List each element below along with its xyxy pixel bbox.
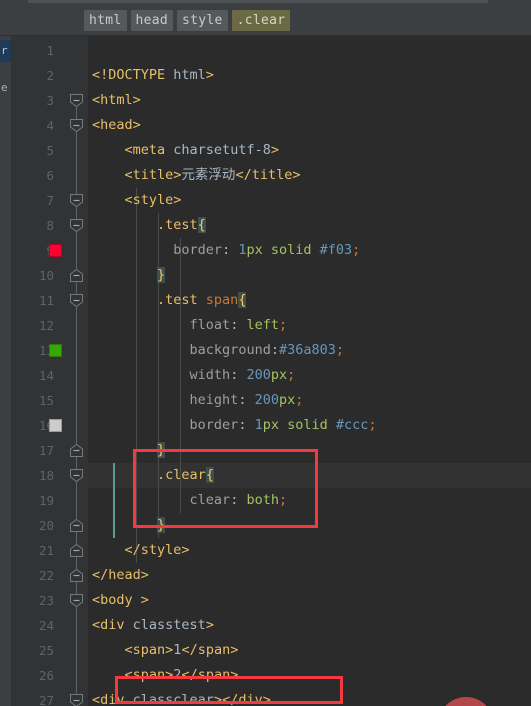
fold-end-icon[interactable]	[69, 543, 84, 558]
line-number: 11	[38, 293, 54, 308]
code-line[interactable]: }	[92, 263, 166, 288]
code-line[interactable]: <div classtest>	[92, 613, 214, 638]
breadcrumb-item-head[interactable]: head	[130, 10, 174, 31]
code-line[interactable]: <span>2</span>	[92, 663, 239, 688]
line-number: 27	[38, 693, 54, 706]
code-line[interactable]: <title>元素浮动</title>	[92, 163, 301, 188]
code-line[interactable]: clear: both;	[92, 488, 288, 513]
favorites-tool-tab[interactable]: e	[0, 78, 11, 98]
line-number: 20	[38, 518, 54, 533]
line-number: 6	[46, 168, 54, 183]
fold-connector-line	[76, 600, 77, 696]
code-line[interactable]: border: 1px solid #f03;	[92, 238, 360, 263]
line-number: 15	[38, 393, 54, 408]
fold-connector-line	[76, 100, 77, 571]
fold-expanded-icon[interactable]	[69, 593, 84, 608]
code-text-area[interactable]: <!DOCTYPE html> <html> <head> <meta charse…	[88, 36, 531, 706]
code-line[interactable]: }	[92, 438, 166, 463]
code-line[interactable]: background:#36a803;	[92, 338, 344, 363]
code-line[interactable]: border: 1px solid #ccc;	[92, 413, 377, 438]
line-number: 2	[46, 68, 54, 83]
code-line[interactable]: <html>	[92, 88, 141, 113]
line-number: 18	[38, 468, 54, 483]
line-number: 1	[46, 43, 54, 58]
fold-expanded-icon[interactable]	[69, 468, 84, 483]
line-number: 22	[38, 568, 54, 583]
code-line[interactable]: width: 200px;	[92, 363, 296, 388]
line-number: 21	[38, 543, 54, 558]
code-line[interactable]: </style>	[92, 538, 190, 563]
line-number: 3	[46, 93, 54, 108]
line-number: 5	[46, 143, 54, 158]
line-number: 10	[38, 268, 54, 283]
line-number: 8	[46, 218, 54, 233]
code-line[interactable]: <!DOCTYPE html>	[92, 63, 214, 88]
fold-expanded-icon[interactable]	[69, 293, 84, 308]
line-number-column: 1234567891011121314151617181920212223242…	[11, 36, 62, 706]
fold-end-icon[interactable]	[69, 518, 84, 533]
line-number: 26	[38, 668, 54, 683]
line-number: 13	[38, 343, 54, 358]
line-number: 4	[46, 118, 54, 133]
fold-end-icon[interactable]	[69, 443, 84, 458]
fold-expanded-icon[interactable]	[69, 693, 84, 706]
line-number: 14	[38, 368, 54, 383]
line-number: 19	[38, 493, 54, 508]
line-number: 25	[38, 643, 54, 658]
line-number: 7	[46, 193, 54, 208]
line-number: 9	[14, 238, 54, 263]
code-line[interactable]: <div classclear></div>	[92, 688, 271, 706]
line-number: 24	[38, 618, 54, 633]
code-line[interactable]: .test span{	[92, 288, 247, 313]
code-line[interactable]: float: left;	[92, 313, 288, 338]
structure-tool-tab[interactable]: r	[0, 40, 11, 62]
line-number: 12	[38, 318, 54, 333]
code-editor[interactable]: 1234567891011121314151617181920212223242…	[11, 36, 531, 706]
fold-expanded-icon[interactable]	[69, 93, 84, 108]
breadcrumb: html head style .clear	[0, 6, 531, 36]
fold-expanded-icon[interactable]	[69, 218, 84, 233]
code-line[interactable]: height: 200px;	[92, 388, 304, 413]
fold-expanded-icon[interactable]	[69, 118, 84, 133]
line-number: 17	[38, 443, 54, 458]
code-line[interactable]: <meta charsetutf-8>	[92, 138, 279, 163]
fold-expanded-icon[interactable]	[69, 193, 84, 208]
code-line[interactable]: </head>	[92, 563, 149, 588]
toolbar-strip	[28, 0, 488, 3]
line-number: 23	[38, 593, 54, 608]
breadcrumb-item-clear[interactable]: .clear	[231, 10, 291, 31]
code-line[interactable]: .clear{	[92, 463, 214, 488]
breadcrumb-item-html[interactable]: html	[84, 10, 127, 31]
code-line[interactable]: <head>	[92, 113, 141, 138]
code-folding-column[interactable]	[58, 36, 88, 706]
code-line[interactable]: .test{	[92, 213, 206, 238]
fold-end-icon[interactable]	[69, 268, 84, 283]
editor-window: html head style .clear r e 1234567891011…	[0, 0, 531, 706]
fold-end-icon[interactable]	[69, 568, 84, 583]
line-number: 16	[38, 418, 54, 433]
code-line[interactable]: <body >	[92, 588, 149, 613]
code-line[interactable]: <style>	[92, 188, 182, 213]
editor-gutter[interactable]: 1234567891011121314151617181920212223242…	[11, 36, 88, 706]
code-line[interactable]: <span>1</span>	[92, 638, 239, 663]
breadcrumb-item-style[interactable]: style	[177, 10, 228, 31]
code-line[interactable]: }	[92, 513, 166, 538]
